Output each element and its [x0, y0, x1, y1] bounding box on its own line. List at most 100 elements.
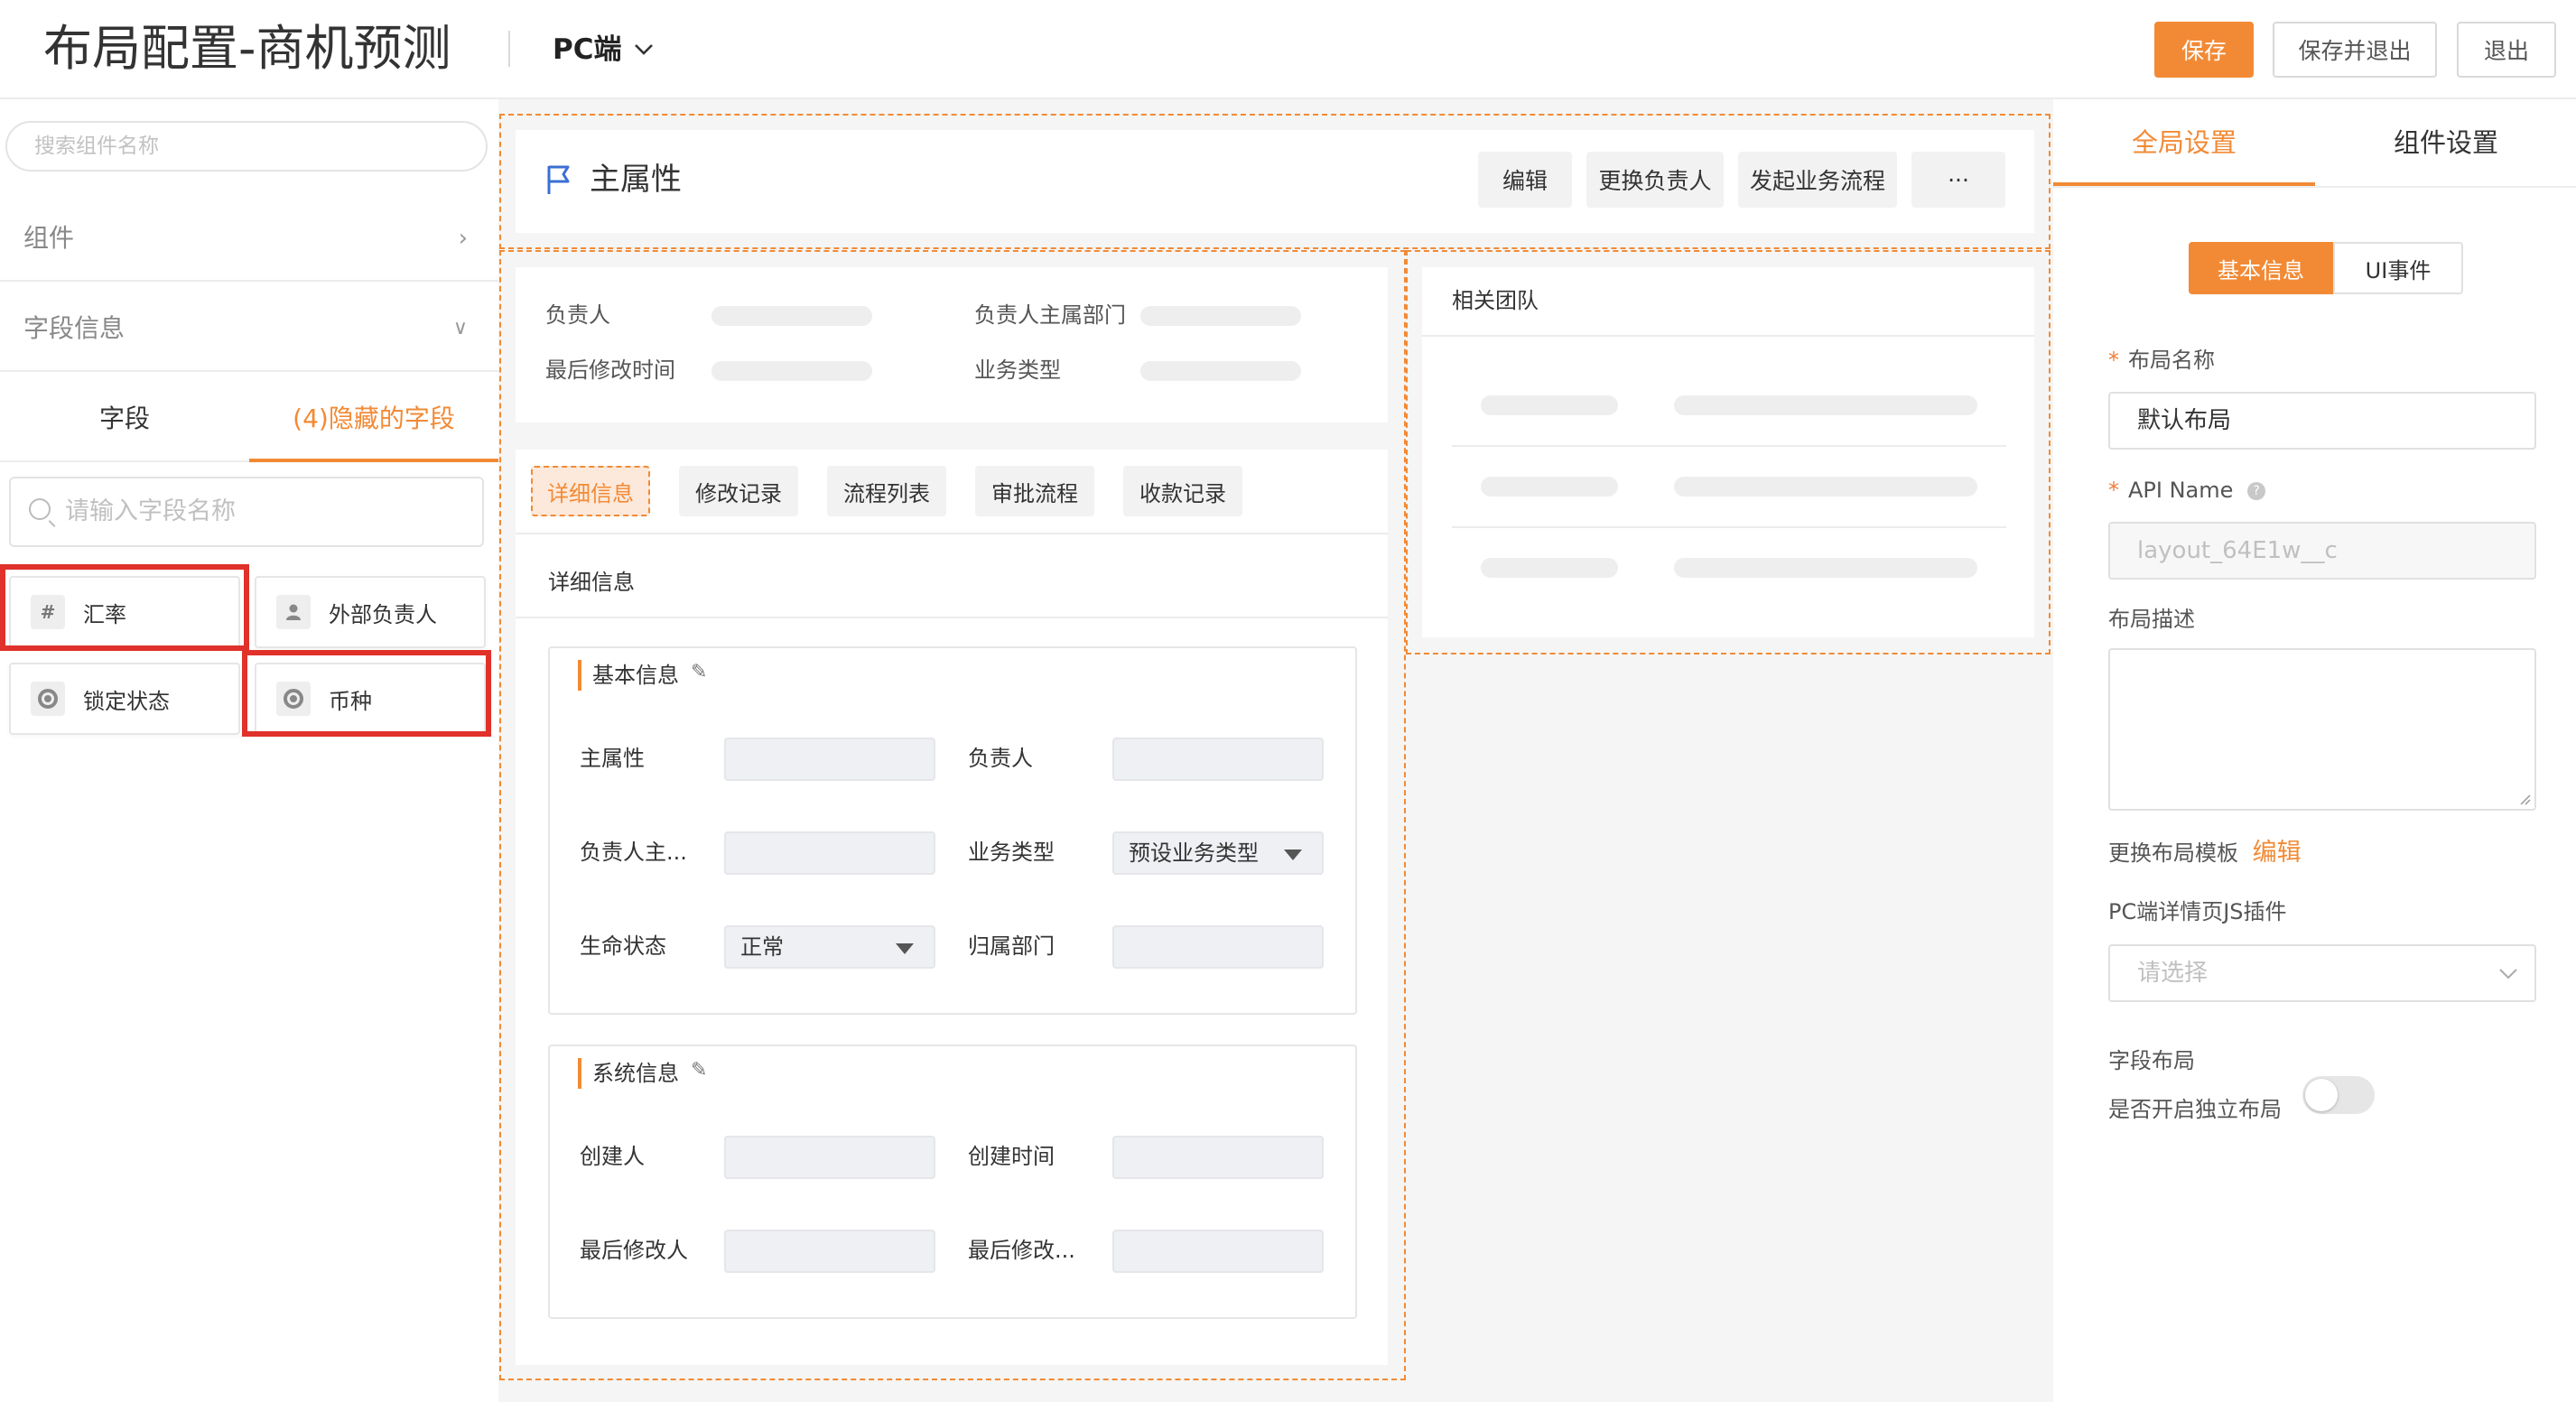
field-chip-external-owner[interactable]: 外部负责人	[255, 576, 486, 648]
independent-layout-toggle[interactable]	[2302, 1076, 2375, 1114]
field-label: 负责人主...	[580, 840, 687, 865]
field-tabs: 字段 (4)隐藏的字段	[0, 376, 498, 462]
related-team-card	[1422, 267, 2034, 637]
change-owner-button[interactable]: 更换负责人	[1586, 152, 1724, 208]
chevron-right-icon: ›	[458, 225, 468, 252]
summary-label-biz-type: 业务类型	[974, 357, 1061, 383]
team-skeleton	[1481, 558, 1618, 578]
field-label: 生命状态	[580, 933, 666, 959]
system-info-title: 系统信息	[578, 1058, 679, 1089]
field-info-label: 字段信息	[23, 313, 126, 343]
related-team-title: 相关团队	[1452, 288, 1539, 313]
left-panel: 搜索组件名称 组件 › 字段信息 ∨ 字段 (4)隐藏的字段 请输入字段名称 #…	[0, 99, 498, 1402]
field-input-creator[interactable]	[724, 1136, 935, 1179]
team-skeleton	[1674, 558, 1977, 578]
start-workflow-button[interactable]: 发起业务流程	[1738, 152, 1897, 208]
tab-component-settings[interactable]: 组件设置	[2315, 99, 2576, 186]
field-input-owner-dept[interactable]	[724, 831, 935, 875]
field-select-value: 正常	[740, 934, 784, 960]
save-exit-button[interactable]: 保存并退出	[2273, 22, 2437, 78]
chevron-down-icon	[635, 44, 654, 55]
summary-label-owner: 负责人	[545, 302, 610, 328]
more-actions-button[interactable]: ···	[1911, 152, 2005, 208]
field-label: 创建人	[580, 1144, 645, 1169]
field-select-life-status[interactable]: 正常	[724, 925, 935, 969]
field-input-last-modified[interactable]	[1112, 1230, 1324, 1273]
tab-change-log[interactable]: 修改记录	[679, 466, 798, 516]
radio-icon	[31, 682, 65, 716]
field-chip-label: 外部负责人	[329, 601, 437, 627]
js-plugin-select[interactable]: 请选择	[2108, 944, 2536, 1002]
components-accordion[interactable]: 组件 ›	[0, 195, 498, 282]
summary-skeleton	[1140, 361, 1301, 381]
field-layout-label: 字段布局	[2108, 1048, 2195, 1073]
tab-hidden-fields[interactable]: (4)隐藏的字段	[249, 376, 498, 462]
edit-pen-icon[interactable]: ✎	[691, 661, 707, 683]
field-select-biz-type[interactable]: 预设业务类型	[1112, 831, 1324, 875]
tab-global-settings[interactable]: 全局设置	[2053, 99, 2315, 186]
field-input-dept[interactable]	[1112, 925, 1324, 969]
person-icon	[276, 595, 311, 629]
exit-button[interactable]: 退出	[2457, 22, 2556, 78]
change-template-edit-link[interactable]: 编辑	[2253, 839, 2302, 867]
tab-process-list[interactable]: 流程列表	[827, 466, 946, 516]
tab-fields[interactable]: 字段	[0, 376, 249, 462]
field-label: 归属部门	[968, 933, 1055, 959]
field-input-main-attribute[interactable]	[724, 738, 935, 781]
tabs-divider	[516, 533, 1388, 534]
flag-icon	[547, 165, 570, 194]
field-input-last-modifier[interactable]	[724, 1230, 935, 1273]
right-tabs-divider	[2053, 186, 2576, 188]
segment-ui-events[interactable]: UI事件	[2333, 242, 2463, 294]
field-label: 主属性	[580, 746, 645, 771]
help-icon[interactable]: ?	[2247, 482, 2266, 500]
search-icon	[29, 498, 51, 520]
edit-pen-icon[interactable]: ✎	[691, 1059, 707, 1082]
tab-approval-flow[interactable]: 审批流程	[975, 466, 1094, 516]
team-row-divider	[1452, 526, 2006, 528]
resize-handle-icon[interactable]	[2518, 793, 2531, 805]
field-info-accordion[interactable]: 字段信息 ∨	[0, 285, 498, 372]
field-chip-label: 锁定状态	[83, 688, 170, 714]
tab-detail-info[interactable]: 详细信息	[531, 466, 650, 516]
independent-layout-label: 是否开启独立布局	[2108, 1097, 2282, 1122]
caret-down-icon	[1284, 850, 1302, 860]
layout-desc-label: 布局描述	[2108, 607, 2195, 632]
layout-name-input[interactable]: 默认布局	[2108, 392, 2536, 450]
right-panel: 全局设置 组件设置 基本信息 UI事件 * 布局名称 默认布局 * API Name…	[2053, 99, 2576, 1402]
highlight-box-currency	[242, 650, 491, 737]
field-input-owner[interactable]	[1112, 738, 1324, 781]
change-template-label: 更换布局模板	[2108, 840, 2238, 866]
tab-payment-records[interactable]: 收款记录	[1123, 466, 1242, 516]
edit-button[interactable]: 编辑	[1478, 152, 1572, 208]
save-button[interactable]: 保存	[2154, 22, 2254, 78]
field-search-placeholder: 请输入字段名称	[65, 497, 236, 525]
caret-down-icon	[896, 943, 914, 954]
team-row-divider	[1452, 445, 2006, 447]
chevron-down-icon	[2499, 969, 2517, 980]
api-name-input: layout_64E1w__c	[2108, 522, 2536, 580]
field-label: 业务类型	[968, 840, 1055, 865]
components-label: 组件	[23, 223, 75, 253]
field-select-value: 预设业务类型	[1129, 840, 1259, 866]
basic-info-title: 基本信息	[578, 660, 679, 691]
team-skeleton	[1481, 395, 1618, 415]
layout-desc-textarea[interactable]	[2108, 648, 2536, 811]
summary-label-owner-dept: 负责人主属部门	[974, 302, 1126, 328]
js-plugin-label: PC端详情页JS插件	[2108, 899, 2287, 924]
detail-heading: 详细信息	[548, 570, 635, 595]
field-chip-lock-status[interactable]: 锁定状态	[9, 663, 240, 735]
summary-skeleton	[711, 306, 872, 326]
summary-card	[516, 267, 1388, 422]
js-plugin-placeholder: 请选择	[2137, 960, 2209, 987]
field-input-created-time[interactable]	[1112, 1136, 1324, 1179]
summary-skeleton	[1140, 306, 1301, 326]
device-select[interactable]: PC端	[553, 27, 654, 72]
component-search-input[interactable]: 搜索组件名称	[5, 121, 488, 172]
field-search-input[interactable]: 请输入字段名称	[9, 477, 484, 547]
field-label: 最后修改人	[580, 1238, 688, 1263]
header-divider	[508, 31, 510, 67]
segment-basic-info[interactable]: 基本信息	[2189, 242, 2333, 294]
summary-skeleton	[711, 361, 872, 381]
field-label: 负责人	[968, 746, 1033, 771]
